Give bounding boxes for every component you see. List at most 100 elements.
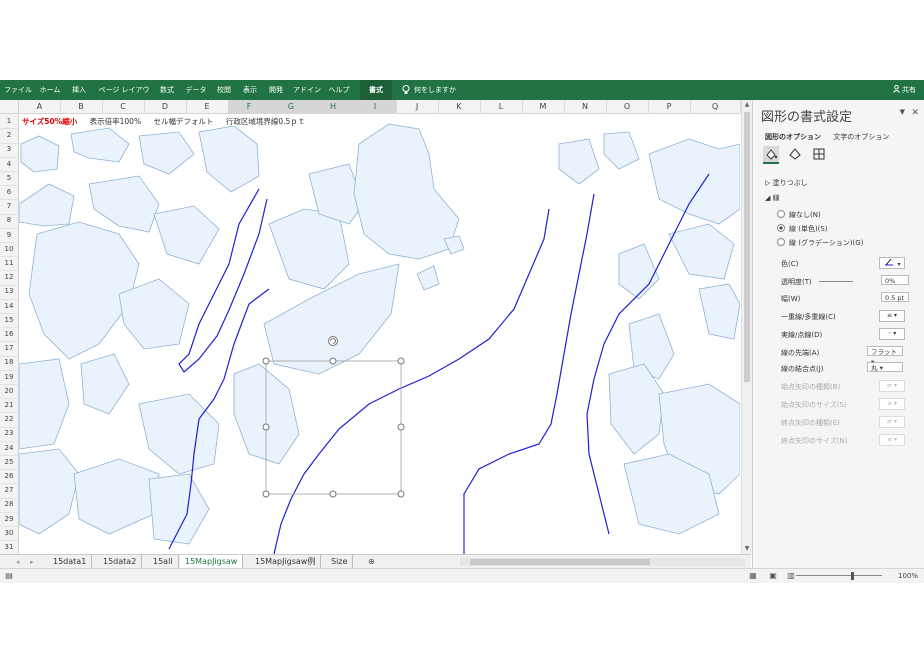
column-n[interactable]: N <box>564 100 607 113</box>
page-layout-view-icon[interactable]: ▣ <box>768 571 778 581</box>
color-picker-button[interactable]: ▾ <box>879 257 905 269</box>
column-a[interactable]: A <box>19 100 61 113</box>
column-l[interactable]: L <box>480 100 523 113</box>
close-icon[interactable]: ✕ <box>911 108 919 118</box>
tab-review[interactable]: 校閲 <box>214 80 234 100</box>
row-3[interactable]: 3 <box>0 142 18 158</box>
row-1[interactable]: 1 <box>0 114 18 130</box>
column-f[interactable]: F <box>228 100 271 113</box>
row-13[interactable]: 13 <box>0 284 18 300</box>
tab-data[interactable]: データ <box>184 80 208 100</box>
tab-format[interactable]: 書式 <box>360 80 392 100</box>
horizontal-scrollbar[interactable] <box>460 558 745 566</box>
tab-file[interactable]: ファイル <box>4 80 32 100</box>
column-p[interactable]: P <box>648 100 691 113</box>
vertical-scrollbar[interactable]: ▲ ▼ <box>741 100 752 554</box>
column-q[interactable]: Q <box>690 100 741 113</box>
sheet-tab-size[interactable]: Size <box>326 555 354 569</box>
row-14[interactable]: 14 <box>0 299 18 314</box>
column-c[interactable]: C <box>102 100 145 113</box>
tab-shape-options[interactable]: 図形のオプション <box>765 133 821 141</box>
add-sheet-icon[interactable]: ⊕ <box>368 555 375 569</box>
end-arrow-type-button[interactable]: ⇄ ▾ <box>879 416 905 428</box>
sheet-tab-15data1[interactable]: 15data1 <box>48 555 93 569</box>
size-properties-icon[interactable] <box>811 146 827 162</box>
effects-icon[interactable] <box>787 146 803 162</box>
row-11[interactable]: 11 <box>0 256 18 272</box>
sheet-tab-15all[interactable]: 15all <box>148 555 179 569</box>
transparency-input[interactable]: 0% <box>881 275 909 285</box>
row-8[interactable]: 8 <box>0 213 18 229</box>
row-27[interactable]: 27 <box>0 483 18 499</box>
row-25[interactable]: 25 <box>0 455 18 471</box>
tab-insert[interactable]: 挿入 <box>68 80 90 100</box>
row-15[interactable]: 15 <box>0 313 18 329</box>
row-24[interactable]: 24 <box>0 441 18 456</box>
compound-type-button[interactable]: ≡ ▾ <box>879 310 905 322</box>
tab-developer[interactable]: 開発 <box>266 80 286 100</box>
row-16[interactable]: 16 <box>0 327 18 343</box>
fill-line-icon[interactable] <box>763 146 779 164</box>
row-19[interactable]: 19 <box>0 370 18 385</box>
column-h[interactable]: H <box>312 100 355 113</box>
normal-view-icon[interactable]: ▦ <box>748 571 758 581</box>
row-17[interactable]: 17 <box>0 341 18 357</box>
tab-view[interactable]: 表示 <box>240 80 260 100</box>
column-d[interactable]: D <box>144 100 187 113</box>
tab-home[interactable]: ホーム <box>38 80 62 100</box>
row-5[interactable]: 5 <box>0 171 18 187</box>
scroll-up-icon[interactable]: ▲ <box>742 100 752 110</box>
zoom-level[interactable]: 100% <box>898 569 918 583</box>
column-k[interactable]: K <box>438 100 481 113</box>
row-26[interactable]: 26 <box>0 469 18 485</box>
column-m[interactable]: M <box>522 100 565 113</box>
row-2[interactable]: 2 <box>0 128 18 144</box>
tab-help[interactable]: ヘルプ <box>328 80 350 100</box>
dash-type-button[interactable]: ┈ ▾ <box>879 328 905 340</box>
row-12[interactable]: 12 <box>0 270 18 286</box>
line-section[interactable]: ◢ 線 <box>765 193 780 203</box>
row-6[interactable]: 6 <box>0 185 18 201</box>
tell-me-box[interactable]: 何をしますか <box>402 80 456 100</box>
cap-select[interactable]: フラット ▾ <box>867 346 903 366</box>
sheet-prev-icon[interactable]: ◂ <box>16 555 20 569</box>
select-all-corner[interactable] <box>0 100 19 113</box>
fill-section[interactable]: ▷ 塗りつぶし <box>765 178 808 188</box>
scroll-thumb[interactable] <box>744 112 750 382</box>
sheet-tab-15data2[interactable]: 15data2 <box>98 555 143 569</box>
begin-arrow-type-button[interactable]: ⇄ ▾ <box>879 380 905 392</box>
row-4[interactable]: 4 <box>0 157 18 172</box>
tab-text-options[interactable]: 文字のオプション <box>833 133 889 141</box>
zoom-slider-knob[interactable] <box>851 572 854 580</box>
row-9[interactable]: 9 <box>0 228 18 243</box>
begin-arrow-size-button[interactable]: ≡ ▾ <box>879 398 905 410</box>
width-input[interactable]: 0.5 pt <box>881 292 909 302</box>
sheet-tab-15mapjigsaw-example[interactable]: 15MapJigsaw例 <box>250 555 322 569</box>
chevron-down-icon[interactable]: ▼ <box>900 108 905 116</box>
row-28[interactable]: 28 <box>0 497 18 513</box>
zoom-slider[interactable] <box>796 575 882 576</box>
scroll-down-icon[interactable]: ▼ <box>742 544 752 554</box>
page-break-view-icon[interactable]: ▥ <box>786 571 796 581</box>
row-18[interactable]: 18 <box>0 355 18 371</box>
end-arrow-size-button[interactable]: ≡ ▾ <box>879 434 905 446</box>
line-none-option[interactable]: 線なし(N) <box>777 210 821 220</box>
line-gradient-option[interactable]: 線 (グラデーション)(G) <box>777 238 863 248</box>
row-30[interactable]: 30 <box>0 526 18 542</box>
join-select[interactable]: 丸 ▾ <box>867 362 903 372</box>
row-22[interactable]: 22 <box>0 412 18 428</box>
row-10[interactable]: 10 <box>0 242 18 258</box>
sheet-next-icon[interactable]: ▸ <box>30 555 34 569</box>
row-7[interactable]: 7 <box>0 199 18 215</box>
column-j[interactable]: J <box>396 100 439 113</box>
row-20[interactable]: 20 <box>0 384 18 400</box>
column-g[interactable]: G <box>270 100 313 113</box>
row-29[interactable]: 29 <box>0 512 18 527</box>
transparency-slider[interactable] <box>819 281 853 282</box>
column-e[interactable]: E <box>186 100 229 113</box>
row-23[interactable]: 23 <box>0 426 18 442</box>
column-o[interactable]: O <box>606 100 649 113</box>
hscroll-thumb[interactable] <box>470 559 650 565</box>
column-b[interactable]: B <box>60 100 103 113</box>
column-i[interactable]: I <box>354 100 397 113</box>
